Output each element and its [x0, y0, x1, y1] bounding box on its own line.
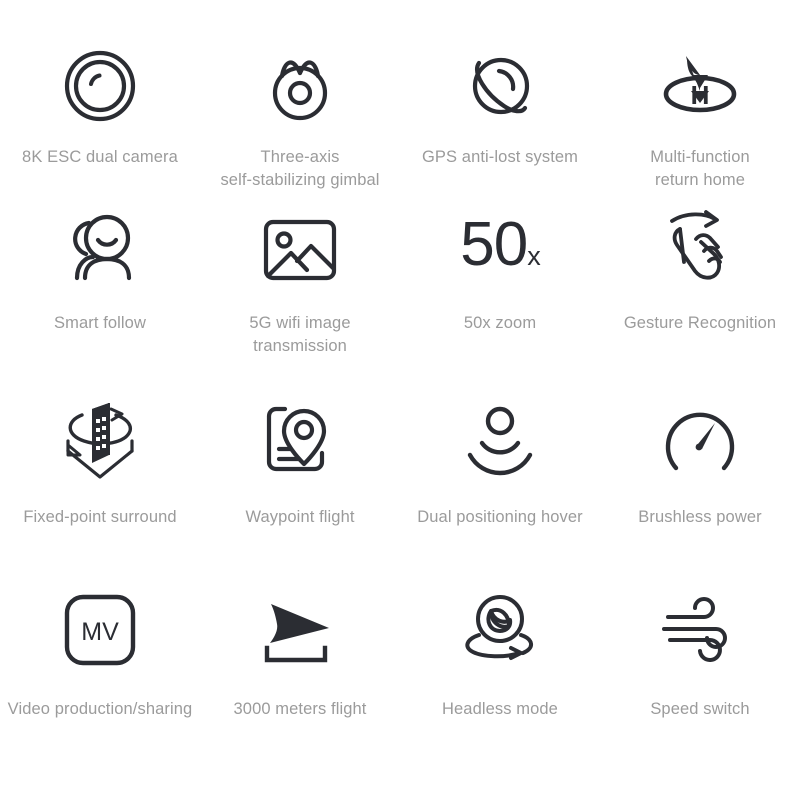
- feature-cell-zoom: 50x 50x zoom: [400, 200, 600, 390]
- mv-badge-icon: MV: [63, 580, 137, 680]
- feature-cell-waypoint: Waypoint flight: [200, 390, 400, 580]
- feature-cell-gesture: Gesture Recognition: [600, 200, 800, 390]
- feature-label: 50x zoom: [463, 314, 537, 332]
- return-home-icon: H: [656, 40, 744, 132]
- feature-label: Gesture Recognition: [623, 314, 777, 332]
- positioning-signal-icon: [460, 390, 540, 490]
- building-orbit-icon: [54, 390, 146, 490]
- svg-text:H: H: [691, 80, 710, 110]
- feature-label: Headless mode: [442, 700, 558, 718]
- feature-cell-dual-positioning: Dual positioning hover: [400, 390, 600, 580]
- feature-cell-return-home: H Multi-function return home: [600, 40, 800, 200]
- feature-cell-video-production: MV Video production/sharing: [0, 580, 200, 770]
- feature-label: Speed switch: [650, 700, 750, 718]
- camera-lens-icon: [62, 40, 138, 132]
- feature-label: Video production/sharing: [7, 700, 193, 718]
- feature-label: Multi-function return home: [650, 148, 750, 189]
- gimbal-icon: [260, 40, 340, 132]
- feature-label: Three-axis self-stabilizing gimbal: [220, 148, 380, 189]
- feature-cell-brushless: Brushless power: [600, 390, 800, 580]
- speedometer-gauge-icon: [660, 390, 740, 490]
- feature-label: Brushless power: [638, 508, 762, 526]
- zoom-suffix: x: [527, 240, 540, 271]
- feature-label: 5G wifi image transmission: [249, 314, 351, 355]
- feature-label: GPS anti-lost system: [421, 148, 579, 166]
- feature-label: 3000 meters flight: [233, 700, 367, 718]
- feature-label: Fixed-point surround: [23, 508, 177, 526]
- feature-cell-fixed-point: Fixed-point surround: [0, 390, 200, 580]
- feature-label: 8K ESC dual camera: [22, 148, 178, 166]
- gps-globe-orbit-icon: [460, 40, 540, 132]
- headless-rotation-icon: [457, 580, 543, 680]
- feature-cell-speed-switch: Speed switch: [600, 580, 800, 770]
- zoom-number: 50: [460, 209, 528, 279]
- hand-gesture-swipe-icon: [660, 200, 740, 300]
- feature-cell-wifi-image: 5G wifi image transmission: [200, 200, 400, 390]
- arrow-distance-icon: [257, 580, 343, 680]
- photo-image-icon: [262, 200, 338, 300]
- feature-label: Smart follow: [54, 314, 146, 332]
- map-waypoint-pin-icon: [261, 390, 339, 490]
- feature-cell-headless: Headless mode: [400, 580, 600, 770]
- feature-label: Dual positioning hover: [417, 508, 583, 526]
- feature-label: Waypoint flight: [245, 508, 355, 526]
- feature-cell-smart-follow: Smart follow: [0, 200, 200, 390]
- zoom-50x-text-icon: 50x: [460, 200, 540, 300]
- mv-badge-text: MV: [81, 618, 119, 646]
- feature-cell-camera: 8K ESC dual camera: [0, 40, 200, 200]
- feature-grid: 8K ESC dual camera Three-axis self-stabi…: [0, 0, 800, 800]
- feature-cell-gps: GPS anti-lost system: [400, 40, 600, 200]
- feature-cell-flight-distance: 3000 meters flight: [200, 580, 400, 770]
- feature-cell-gimbal: Three-axis self-stabilizing gimbal: [200, 40, 400, 200]
- people-follow-icon: [57, 200, 143, 300]
- wind-speed-icon: [660, 580, 740, 680]
